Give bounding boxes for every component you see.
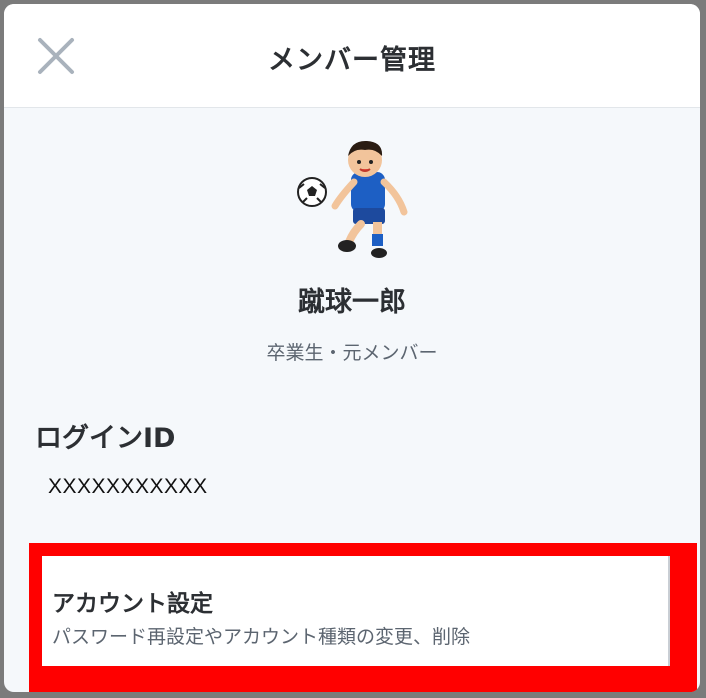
account-settings-title: アカウント設定 xyxy=(52,591,213,617)
soccer-ball-icon xyxy=(297,177,327,207)
account-settings-button[interactable]: アカウント設定 パスワード再設定やアカウント種類の変更、削除 xyxy=(42,556,670,666)
header: メンバー管理 xyxy=(4,4,700,108)
account-settings-description: パスワード再設定やアカウント種類の変更、削除 xyxy=(52,626,471,648)
login-id-label: ログインID xyxy=(35,423,176,454)
member-name: 蹴球一郎 xyxy=(298,287,406,318)
page-title: メンバー管理 xyxy=(268,45,436,76)
login-id-value: XXXXXXXXXXX xyxy=(48,475,208,498)
soccer-player-illustration xyxy=(297,140,408,258)
member-management-screen: メンバー管理 蹴球一郎 卒業生・元メンバー ログインID XXXXXXXXXXX… xyxy=(4,4,700,692)
avatar xyxy=(289,134,419,259)
member-role: 卒業生・元メンバー xyxy=(266,342,438,364)
